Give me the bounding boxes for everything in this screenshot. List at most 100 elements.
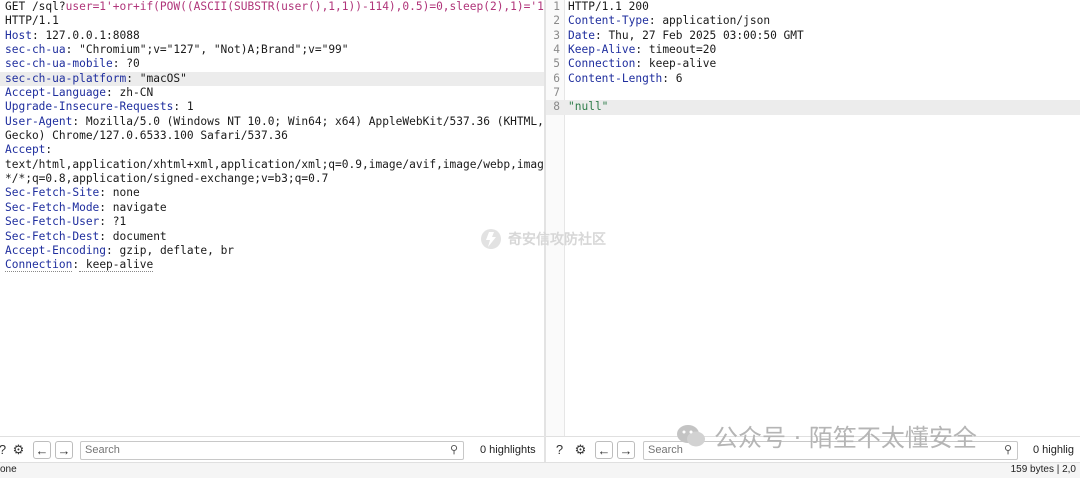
watermark-center: 奇安信攻防社区: [480, 228, 606, 250]
line-number: 8: [553, 100, 560, 114]
search-icon: ⚲: [449, 444, 458, 456]
header-colon: :: [31, 28, 39, 42]
line-number: 6: [553, 71, 560, 85]
forward-arrow-button[interactable]: →: [617, 441, 635, 459]
request-line[interactable]: */*;q=0.8,application/signed-exchange;v=…: [0, 172, 544, 186]
request-highlights-count: 0 highlights: [480, 444, 536, 456]
header-name: sec-ch-ua-mobile: [5, 57, 113, 71]
status-left-text: one: [0, 464, 17, 475]
request-search-box[interactable]: ⚲: [80, 441, 464, 460]
request-text: */*;q=0.8,application/signed-exchange;v=…: [5, 172, 329, 186]
header-name: Sec-Fetch-Site: [5, 186, 100, 200]
request-line[interactable]: Accept:: [0, 143, 544, 157]
status-bar: one 159 bytes | 2,0: [0, 462, 1080, 478]
response-line: 7: [546, 86, 1080, 100]
header-name: Date: [568, 28, 595, 42]
response-text: Connection: keep-alive: [568, 57, 716, 71]
line-number: 3: [553, 28, 560, 42]
header-value: application/json: [655, 14, 771, 28]
header-value: none: [106, 186, 140, 200]
request-line[interactable]: Sec-Fetch-User: ?1: [0, 215, 544, 229]
line-number: 2: [553, 14, 560, 28]
header-value: keep-alive: [642, 57, 717, 71]
header-value: document: [106, 229, 167, 243]
request-line[interactable]: text/html,application/xhtml+xml,applicat…: [0, 158, 544, 172]
header-value: ?1: [106, 215, 127, 229]
header-name: Content-Type: [568, 14, 649, 28]
response-text: Content-Length: 6: [568, 72, 683, 86]
request-line[interactable]: Upgrade-Insecure-Requests: 1: [0, 100, 544, 114]
request-line[interactable]: Sec-Fetch-Dest: document: [0, 230, 544, 244]
back-arrow-button[interactable]: ←: [33, 441, 51, 459]
help-icon[interactable]: ?: [551, 441, 568, 458]
header-name: Connection: [568, 57, 636, 71]
forward-arrow-button[interactable]: →: [55, 441, 73, 459]
shield-icon: [481, 229, 501, 249]
header-colon: :: [126, 71, 133, 85]
request-search-input[interactable]: [85, 443, 425, 457]
header-name: Connection: [5, 258, 73, 273]
header-name: Accept: [5, 143, 46, 157]
request-line[interactable]: Connection: keep-alive: [0, 258, 544, 273]
header-value: ?0: [119, 57, 140, 71]
back-arrow-button[interactable]: ←: [595, 441, 613, 459]
request-line[interactable]: sec-ch-ua-mobile: ?0: [0, 57, 544, 71]
request-editor[interactable]: GET /sql?user=1'+or+if(POW((ASCII(SUBSTR…: [0, 0, 544, 436]
gear-icon[interactable]: ⚙: [572, 441, 589, 458]
header-value: zh-CN: [112, 86, 154, 100]
request-line[interactable]: HTTP/1.1: [0, 14, 544, 28]
response-text: Content-Type: application/json: [568, 14, 770, 28]
header-name: Accept-Language: [5, 86, 107, 100]
gear-icon[interactable]: ⚙: [10, 441, 27, 458]
request-text: Gecko) Chrome/127.0.6533.100 Safari/537.…: [5, 129, 288, 143]
header-name: Sec-Fetch-Mode: [5, 200, 100, 214]
header-name: sec-ch-ua-platform: [5, 71, 127, 85]
header-value: Mozilla/5.0 (Windows NT 10.0; Win64; x64…: [79, 114, 544, 128]
response-text: Keep-Alive: timeout=20: [568, 43, 716, 57]
request-text: HTTP/1.1: [5, 14, 59, 28]
header-name: Accept-Encoding: [5, 243, 107, 257]
response-text: HTTP/1.1 200: [568, 0, 649, 14]
request-line[interactable]: sec-ch-ua: "Chromium";v="127", "Not)A;Br…: [0, 43, 544, 57]
header-name: Sec-Fetch-User: [5, 215, 100, 229]
request-line[interactable]: Accept-Encoding: gzip, deflate, br: [0, 244, 544, 258]
header-colon: :: [106, 86, 113, 100]
watermark-wechat: 公众号 · 陌笙不太懂安全: [676, 418, 977, 453]
request-method-path: GET /sql?: [5, 0, 66, 13]
request-line[interactable]: Sec-Fetch-Mode: navigate: [0, 201, 544, 215]
status-byte-count: 159 bytes | 2,0: [1010, 464, 1076, 475]
header-name: Keep-Alive: [568, 43, 636, 57]
header-value: timeout=20: [642, 43, 717, 57]
request-line[interactable]: Sec-Fetch-Site: none: [0, 186, 544, 200]
header-value: 127.0.0.1:8088: [38, 28, 140, 42]
request-line[interactable]: Accept-Language: zh-CN: [0, 86, 544, 100]
response-line: 4 Keep-Alive: timeout=20: [546, 43, 1080, 57]
request-line[interactable]: User-Agent: Mozilla/5.0 (Windows NT 10.0…: [0, 115, 544, 129]
header-name: Content-Length: [568, 71, 663, 85]
header-value: "macOS": [133, 71, 187, 85]
response-viewer[interactable]: 1 HTTP/1.1 200 2 Content-Type: application/…: [546, 0, 1080, 436]
line-number: 4: [553, 43, 560, 57]
header-value: "Chromium";v="127", "Not)A;Brand";v="99": [72, 43, 349, 57]
line-number: 5: [553, 57, 560, 71]
header-value: Thu, 27 Feb 2025 03:00:50 GMT: [601, 28, 804, 42]
search-icon: ⚲: [1003, 444, 1012, 456]
header-name: sec-ch-ua: [5, 43, 66, 57]
header-colon: :: [112, 57, 120, 71]
header-value: 6: [669, 71, 683, 85]
request-line[interactable]: Host: 127.0.0.1:8088: [0, 29, 544, 43]
header-colon: :: [106, 243, 113, 257]
header-name: Upgrade-Insecure-Requests: [5, 100, 174, 114]
header-value: gzip, deflate, br: [112, 243, 235, 257]
response-line: 8 "null": [546, 100, 1080, 115]
header-name: Host: [5, 28, 32, 42]
request-line[interactable]: Gecko) Chrome/127.0.6533.100 Safari/537.…: [0, 129, 544, 143]
header-colon: :: [648, 14, 656, 28]
header-name: Sec-Fetch-Dest: [5, 229, 100, 243]
request-line[interactable]: sec-ch-ua-platform: "macOS": [0, 71, 544, 87]
header-name: User-Agent: [5, 114, 73, 128]
response-line: 5 Connection: keep-alive: [546, 57, 1080, 71]
wechat-icon: [677, 424, 705, 446]
request-line[interactable]: GET /sql?user=1'+or+if(POW((ASCII(SUBSTR…: [0, 0, 544, 14]
query-param: user=1'+or+if(POW((ASCII(SUBSTR(user(),1…: [65, 0, 544, 13]
